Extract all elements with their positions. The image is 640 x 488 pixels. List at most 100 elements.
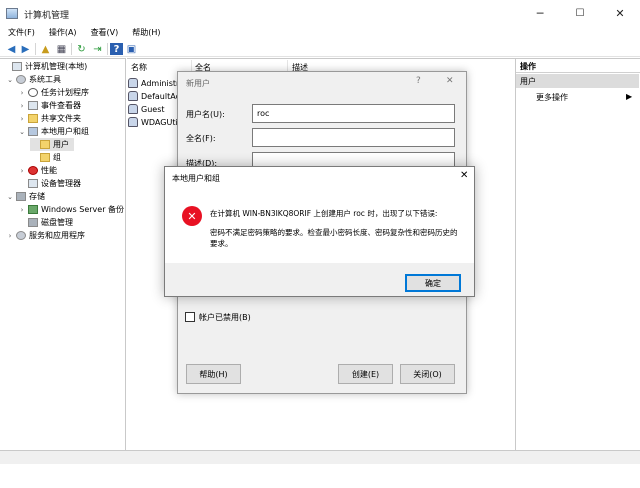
users-icon: [28, 127, 38, 136]
properties-icon[interactable]: ▦: [55, 43, 68, 55]
tree-item-performance[interactable]: › 性能: [18, 164, 57, 177]
username-label: 用户名(U):: [186, 110, 225, 119]
menu-bar: 文件(F) 操作(A) 查看(V) 帮助(H): [0, 27, 640, 41]
tree-item-computer-management[interactable]: 计算机管理(本地): [2, 60, 87, 73]
help-button[interactable]: 帮助(H): [186, 364, 241, 384]
expand-chevron-icon[interactable]: ›: [18, 102, 26, 110]
tree-item-label: 任务计划程序: [41, 88, 89, 97]
disk-icon: [28, 218, 38, 227]
expand-chevron-icon[interactable]: ›: [6, 232, 14, 240]
status-bar: [0, 450, 640, 464]
help-icon[interactable]: ?: [110, 43, 123, 55]
refresh-icon[interactable]: ↻: [75, 43, 88, 55]
tree-item-label: 存储: [29, 192, 45, 201]
dialog-close-icon[interactable]: ✕: [446, 76, 454, 86]
toolbar: ◀ ▶ ▲ ▦ ↻ ⇥ ? ▣: [0, 41, 640, 57]
tree-item-label: 事件查看器: [41, 101, 81, 110]
error-message-heading: 在计算机 WIN-BN3IKQ8ORIF 上创建用户 roc 时，出现了以下错误…: [210, 209, 438, 218]
fullname-field[interactable]: [252, 128, 455, 147]
services-icon: [16, 231, 26, 240]
device-manager-icon: [28, 179, 38, 188]
submenu-arrow-icon: ▶: [626, 92, 633, 101]
export-list-icon[interactable]: ⇥: [91, 43, 104, 55]
tree-item-shared-folders[interactable]: › 共享文件夹: [18, 112, 81, 125]
close-dialog-button[interactable]: 关闭(O): [400, 364, 455, 384]
tree-item-label: 组: [53, 153, 61, 162]
tree-item-label: 共享文件夹: [41, 114, 81, 123]
toolbar-separator: [35, 43, 36, 55]
user-icon: [128, 78, 138, 88]
tree-item-system-tools[interactable]: ⌄ 系统工具: [6, 73, 61, 86]
tree-item-label: 性能: [41, 166, 57, 175]
computer-icon: [12, 62, 22, 71]
tree-item-storage[interactable]: ⌄ 存储: [6, 190, 45, 203]
collapse-chevron-icon[interactable]: ⌄: [6, 76, 14, 84]
minimize-button[interactable]: ─: [520, 0, 560, 27]
tree-item-services-applications[interactable]: › 服务和应用程序: [6, 229, 85, 242]
ok-button[interactable]: 确定: [405, 274, 461, 292]
forward-icon[interactable]: ▶: [19, 43, 32, 55]
toolbar-separator: [107, 43, 108, 55]
menu-action[interactable]: 操作(A): [43, 27, 83, 41]
fullname-label: 全名(F):: [186, 134, 216, 143]
tree-item-windows-server-backup[interactable]: › Windows Server 备份: [18, 203, 124, 216]
tree-item-label: Windows Server 备份: [41, 205, 125, 214]
list-item[interactable]: Guest: [128, 103, 165, 115]
performance-icon: [28, 166, 38, 175]
tree-item-label: 设备管理器: [41, 179, 81, 188]
title-bar: 计算机管理 ─ ☐ ✕: [0, 0, 640, 27]
window-title: 计算机管理: [24, 11, 70, 21]
tree-item-groups[interactable]: 组: [30, 151, 61, 164]
tree-item-event-viewer[interactable]: › 事件查看器: [18, 99, 81, 112]
clock-icon: [28, 88, 38, 97]
menu-view[interactable]: 查看(V): [85, 27, 125, 41]
user-name: Guest: [141, 104, 165, 114]
folder-icon: [40, 153, 50, 162]
expand-chevron-icon[interactable]: ›: [18, 89, 26, 97]
menu-file[interactable]: 文件(F): [2, 27, 41, 41]
collapse-chevron-icon[interactable]: ⌄: [6, 193, 14, 201]
account-disabled-label: 帐户已禁用(B): [199, 313, 251, 322]
collapse-chevron-icon[interactable]: ⌄: [18, 128, 26, 136]
tools-icon: [16, 75, 26, 84]
tree-item-users[interactable]: 用户: [30, 138, 74, 151]
user-icon: [128, 104, 138, 114]
error-close-icon[interactable]: ✕: [460, 170, 468, 181]
tree-item-device-manager[interactable]: 设备管理器: [18, 177, 81, 190]
dialog-help-icon[interactable]: ?: [416, 76, 421, 86]
tree-item-label: 系统工具: [29, 75, 61, 84]
maximize-button[interactable]: ☐: [560, 0, 600, 27]
user-icon: [128, 91, 138, 101]
up-folder-icon[interactable]: ▲: [39, 43, 52, 55]
expand-chevron-icon[interactable]: ›: [18, 115, 26, 123]
tree-item-disk-management[interactable]: 磁盘管理: [18, 216, 73, 229]
backup-icon: [28, 205, 38, 214]
error-cross-glyph: ✕: [187, 209, 197, 223]
action-group-users[interactable]: 用户: [516, 74, 639, 88]
expand-chevron-icon[interactable]: ›: [18, 206, 26, 214]
error-dialog-title: 本地用户和组: [172, 174, 220, 183]
tree-item-label: 服务和应用程序: [29, 231, 85, 240]
navigation-tree: 计算机管理(本地) ⌄ 系统工具 › 任务计划程序 › 事件查看器 › 共享文件…: [0, 58, 126, 450]
error-message-detail: 密码不满足密码策略的要求。检查最小密码长度、密码复杂性和密码历史的要求。: [210, 228, 458, 248]
create-button[interactable]: 创建(E): [338, 364, 393, 384]
user-icon: [128, 117, 138, 127]
menu-help[interactable]: 帮助(H): [126, 27, 166, 41]
column-header-name[interactable]: 名称: [131, 62, 147, 73]
action-pane: 操作 用户: [515, 58, 640, 450]
back-icon[interactable]: ◀: [5, 43, 18, 55]
close-button[interactable]: ✕: [600, 0, 640, 27]
dialog-title: 新用户: [186, 79, 210, 88]
tree-item-local-users-groups[interactable]: ⌄ 本地用户和组: [18, 125, 89, 138]
shared-folder-icon: [28, 114, 38, 123]
tree-item-task-scheduler[interactable]: › 任务计划程序: [18, 86, 89, 99]
username-field[interactable]: [252, 104, 455, 123]
show-hide-pane-icon[interactable]: ▣: [125, 43, 138, 55]
more-actions-link[interactable]: 更多操作: [536, 92, 568, 103]
folder-icon: [40, 140, 50, 149]
computer-management-icon: [6, 8, 18, 19]
event-viewer-icon: [28, 101, 38, 110]
tree-item-label: 用户: [53, 140, 69, 149]
expand-chevron-icon[interactable]: ›: [18, 167, 26, 175]
account-disabled-checkbox[interactable]: [185, 312, 195, 322]
